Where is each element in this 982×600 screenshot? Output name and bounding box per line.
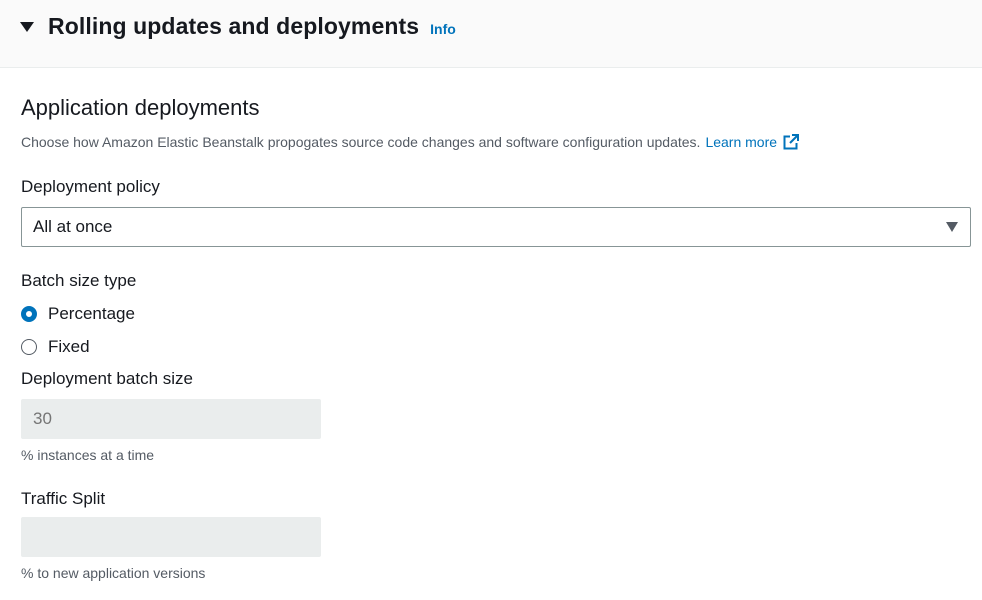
info-link[interactable]: Info [430, 21, 456, 37]
caret-down-icon[interactable] [20, 21, 34, 32]
deployment-batch-size-label: Deployment batch size [21, 369, 193, 388]
traffic-split-hint: % to new application versions [21, 565, 206, 581]
description: Choose how Amazon Elastic Beanstalk prop… [21, 132, 961, 152]
deployment-policy-select[interactable]: All at once [21, 207, 971, 247]
radio-fixed-unchecked-icon[interactable] [21, 339, 37, 355]
deployment-policy-value: All at once [33, 217, 113, 236]
deployment-batch-size-input[interactable] [21, 399, 321, 439]
traffic-split-input[interactable] [21, 517, 321, 557]
radio-fixed[interactable]: Fixed [21, 336, 961, 358]
section-content: Application deployments Choose how Amazo… [0, 94, 982, 582]
section-header[interactable]: Rolling updates and deployments Info [0, 0, 982, 68]
deployment-policy-label: Deployment policy [21, 177, 160, 196]
select-caret-icon [946, 222, 958, 232]
batch-size-type-label: Batch size type [21, 271, 137, 290]
radio-percentage[interactable]: Percentage [21, 303, 961, 325]
section-title: Rolling updates and deployments [48, 13, 420, 39]
application-deployments-heading: Application deployments [21, 95, 260, 120]
description-text: Choose how Amazon Elastic Beanstalk prop… [21, 134, 701, 150]
traffic-split-label: Traffic Split [21, 489, 106, 508]
radio-percentage-label: Percentage [48, 304, 135, 323]
external-link-icon[interactable] [783, 134, 800, 150]
learn-more-link[interactable]: Learn more [705, 132, 777, 152]
radio-fixed-label: Fixed [48, 337, 90, 356]
radio-percentage-checked-icon[interactable] [21, 306, 37, 322]
deployment-batch-size-hint: % instances at a time [21, 447, 155, 463]
